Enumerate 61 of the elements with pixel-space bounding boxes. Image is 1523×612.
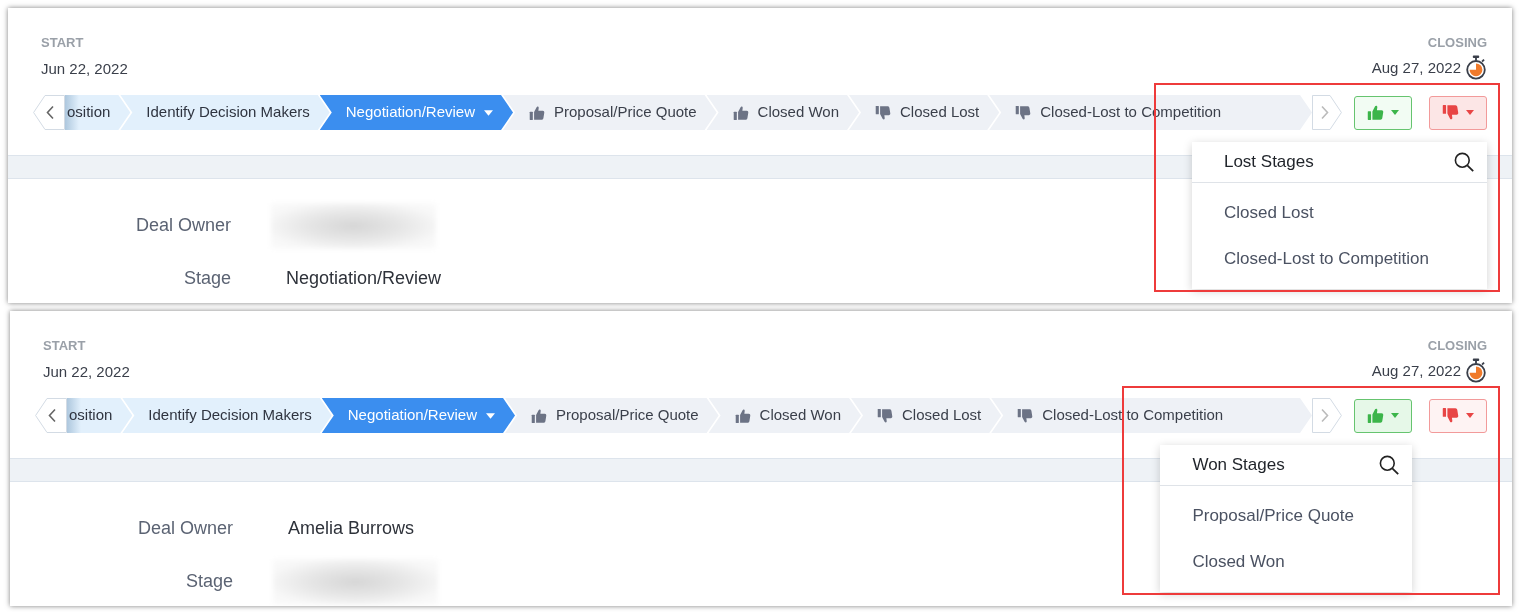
stage-step[interactable]: Closed Won [706, 95, 860, 130]
field-label: Deal Owner [134, 214, 231, 237]
scroll-right-button[interactable] [1312, 398, 1342, 433]
stage-step[interactable]: Proposal/Price Quote [503, 95, 717, 130]
thumbs-down-icon [1017, 407, 1034, 424]
scroll-left-button[interactable] [35, 398, 67, 433]
thumbs-down-icon [877, 407, 894, 424]
stage-step[interactable]: Closed-Lost to Competition [991, 398, 1312, 433]
field-value: Negotiation/Review [286, 267, 442, 290]
stage-step[interactable]: Closed Lost [851, 398, 1002, 433]
thumbs-up-icon [1367, 104, 1384, 121]
start-label: START [43, 338, 87, 354]
thumbs-down-icon [1442, 104, 1459, 121]
closing-date: Aug 27, 2022 [1371, 57, 1461, 78]
caret-down-icon [1466, 110, 1474, 115]
stage-step[interactable]: osition [65, 95, 131, 130]
scroll-right-button[interactable] [1312, 95, 1342, 130]
dropdown-item[interactable]: Closed Lost [1191, 189, 1487, 236]
lost-stages-button[interactable] [1429, 398, 1487, 433]
caret-down-icon [1466, 413, 1474, 418]
won-stages-button[interactable] [1354, 95, 1412, 130]
stage-step[interactable]: Closed Lost [849, 95, 1000, 130]
stopwatch-icon [1465, 55, 1487, 80]
thumbs-down-icon [1015, 104, 1032, 121]
caret-down-icon [1391, 110, 1399, 115]
caret-down-icon [486, 412, 495, 419]
thumbs-up-icon [529, 104, 545, 121]
dropdown-title: Lost Stages [1223, 150, 1314, 173]
stopwatch-icon [1465, 358, 1487, 383]
won-stages-button[interactable] [1354, 398, 1412, 433]
closing-label: CLOSING [1427, 35, 1487, 51]
stage-step[interactable]: Identify Decision Makers [122, 398, 332, 433]
thumbs-up-icon [531, 407, 547, 424]
stage-step[interactable]: Closed Won [708, 398, 862, 433]
thumbs-down-icon [875, 104, 892, 121]
stage-step[interactable]: Identify Decision Makers [120, 95, 330, 130]
start-date: Jun 22, 2022 [43, 362, 130, 382]
thumbs-up-icon [1367, 407, 1384, 424]
dropdown-item[interactable]: Proposal/Price Quote [1160, 492, 1412, 539]
field-label: Stage [182, 267, 231, 290]
lost-stages-button[interactable] [1429, 95, 1487, 130]
caret-down-icon [484, 109, 493, 116]
thumbs-up-icon [732, 104, 749, 121]
thumbs-up-icon [734, 407, 751, 424]
search-icon[interactable] [1454, 151, 1474, 172]
closing-label: CLOSING [1427, 338, 1487, 354]
scroll-left-button[interactable] [33, 95, 65, 130]
search-icon[interactable] [1379, 454, 1399, 475]
stage-step[interactable]: Proposal/Price Quote [505, 398, 719, 433]
closing-date: Aug 27, 2022 [1371, 360, 1461, 381]
field-label: Stage [184, 570, 233, 593]
thumbs-down-icon [1442, 407, 1459, 424]
field-value: Amelia Burrows [288, 517, 415, 540]
stage-step[interactable]: osition [67, 398, 133, 433]
dropdown-title: Won Stages [1192, 453, 1285, 476]
start-date: Jun 22, 2022 [41, 59, 128, 79]
start-label: START [41, 35, 85, 51]
caret-down-icon [1391, 413, 1399, 418]
field-label: Deal Owner [136, 517, 233, 540]
dropdown-item[interactable]: Closed-Lost to Competition [1191, 235, 1487, 282]
dropdown-item[interactable]: Closed Won [1160, 538, 1412, 585]
